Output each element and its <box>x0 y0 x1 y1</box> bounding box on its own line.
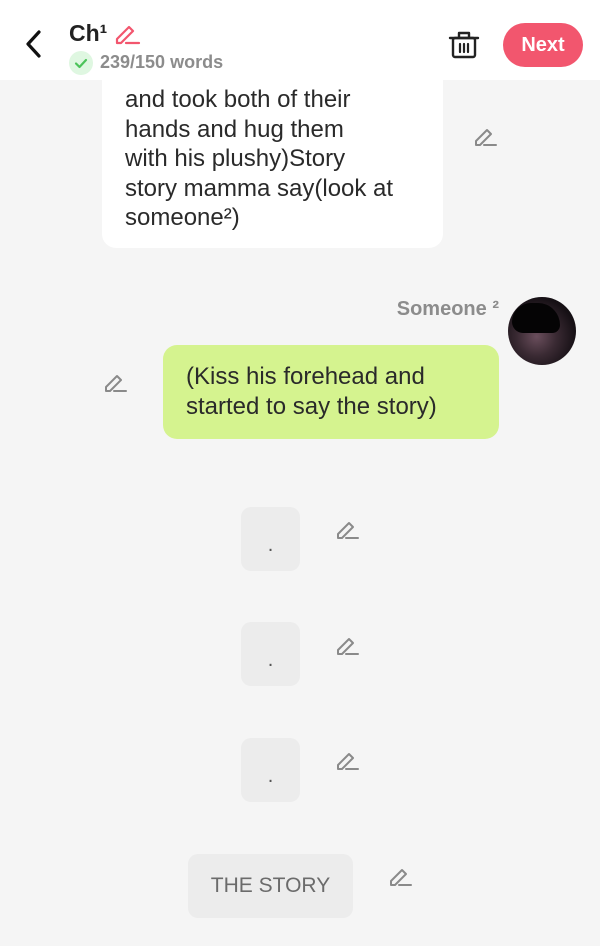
message-text: and took both of their hands and hug the… <box>125 86 394 231</box>
speaker-message-text: (Kiss his forehead and started to say th… <box>186 363 437 420</box>
pencil-icon <box>337 753 359 770</box>
pencil-icon <box>337 522 359 539</box>
back-button[interactable] <box>20 26 50 62</box>
narration-box[interactable]: . <box>241 622 300 686</box>
pencil-icon <box>105 375 127 392</box>
narration-box[interactable]: . <box>241 507 300 571</box>
delete-button[interactable] <box>447 28 481 62</box>
edit-message-button[interactable] <box>332 513 362 543</box>
top-bar: Ch¹ 239/150 words Next <box>0 0 600 80</box>
chapter-title: Ch¹ <box>69 20 108 46</box>
pencil-icon <box>115 25 141 45</box>
narration-box[interactable]: . <box>241 738 300 802</box>
pencil-icon <box>337 638 359 655</box>
edit-message-button[interactable] <box>470 120 500 150</box>
edit-message-button[interactable] <box>332 744 362 774</box>
word-goal-check <box>69 51 93 75</box>
edit-message-button[interactable] <box>332 629 362 659</box>
narration-box[interactable]: THE STORY <box>188 854 353 918</box>
word-count: 239/150 words <box>100 52 224 72</box>
edit-message-button[interactable] <box>385 860 415 890</box>
edit-message-button[interactable] <box>100 366 130 396</box>
check-icon <box>74 58 88 69</box>
avatar[interactable] <box>508 297 576 365</box>
next-button[interactable]: Next <box>503 23 583 67</box>
back-arrow-icon <box>26 30 41 58</box>
edit-title-button[interactable] <box>112 18 142 48</box>
speaker-name: Someone ² <box>396 298 499 320</box>
pencil-icon <box>390 869 412 886</box>
trash-icon <box>448 31 480 59</box>
pencil-icon <box>475 129 497 146</box>
story-editor: and took both of their hands and hug the… <box>0 0 600 946</box>
